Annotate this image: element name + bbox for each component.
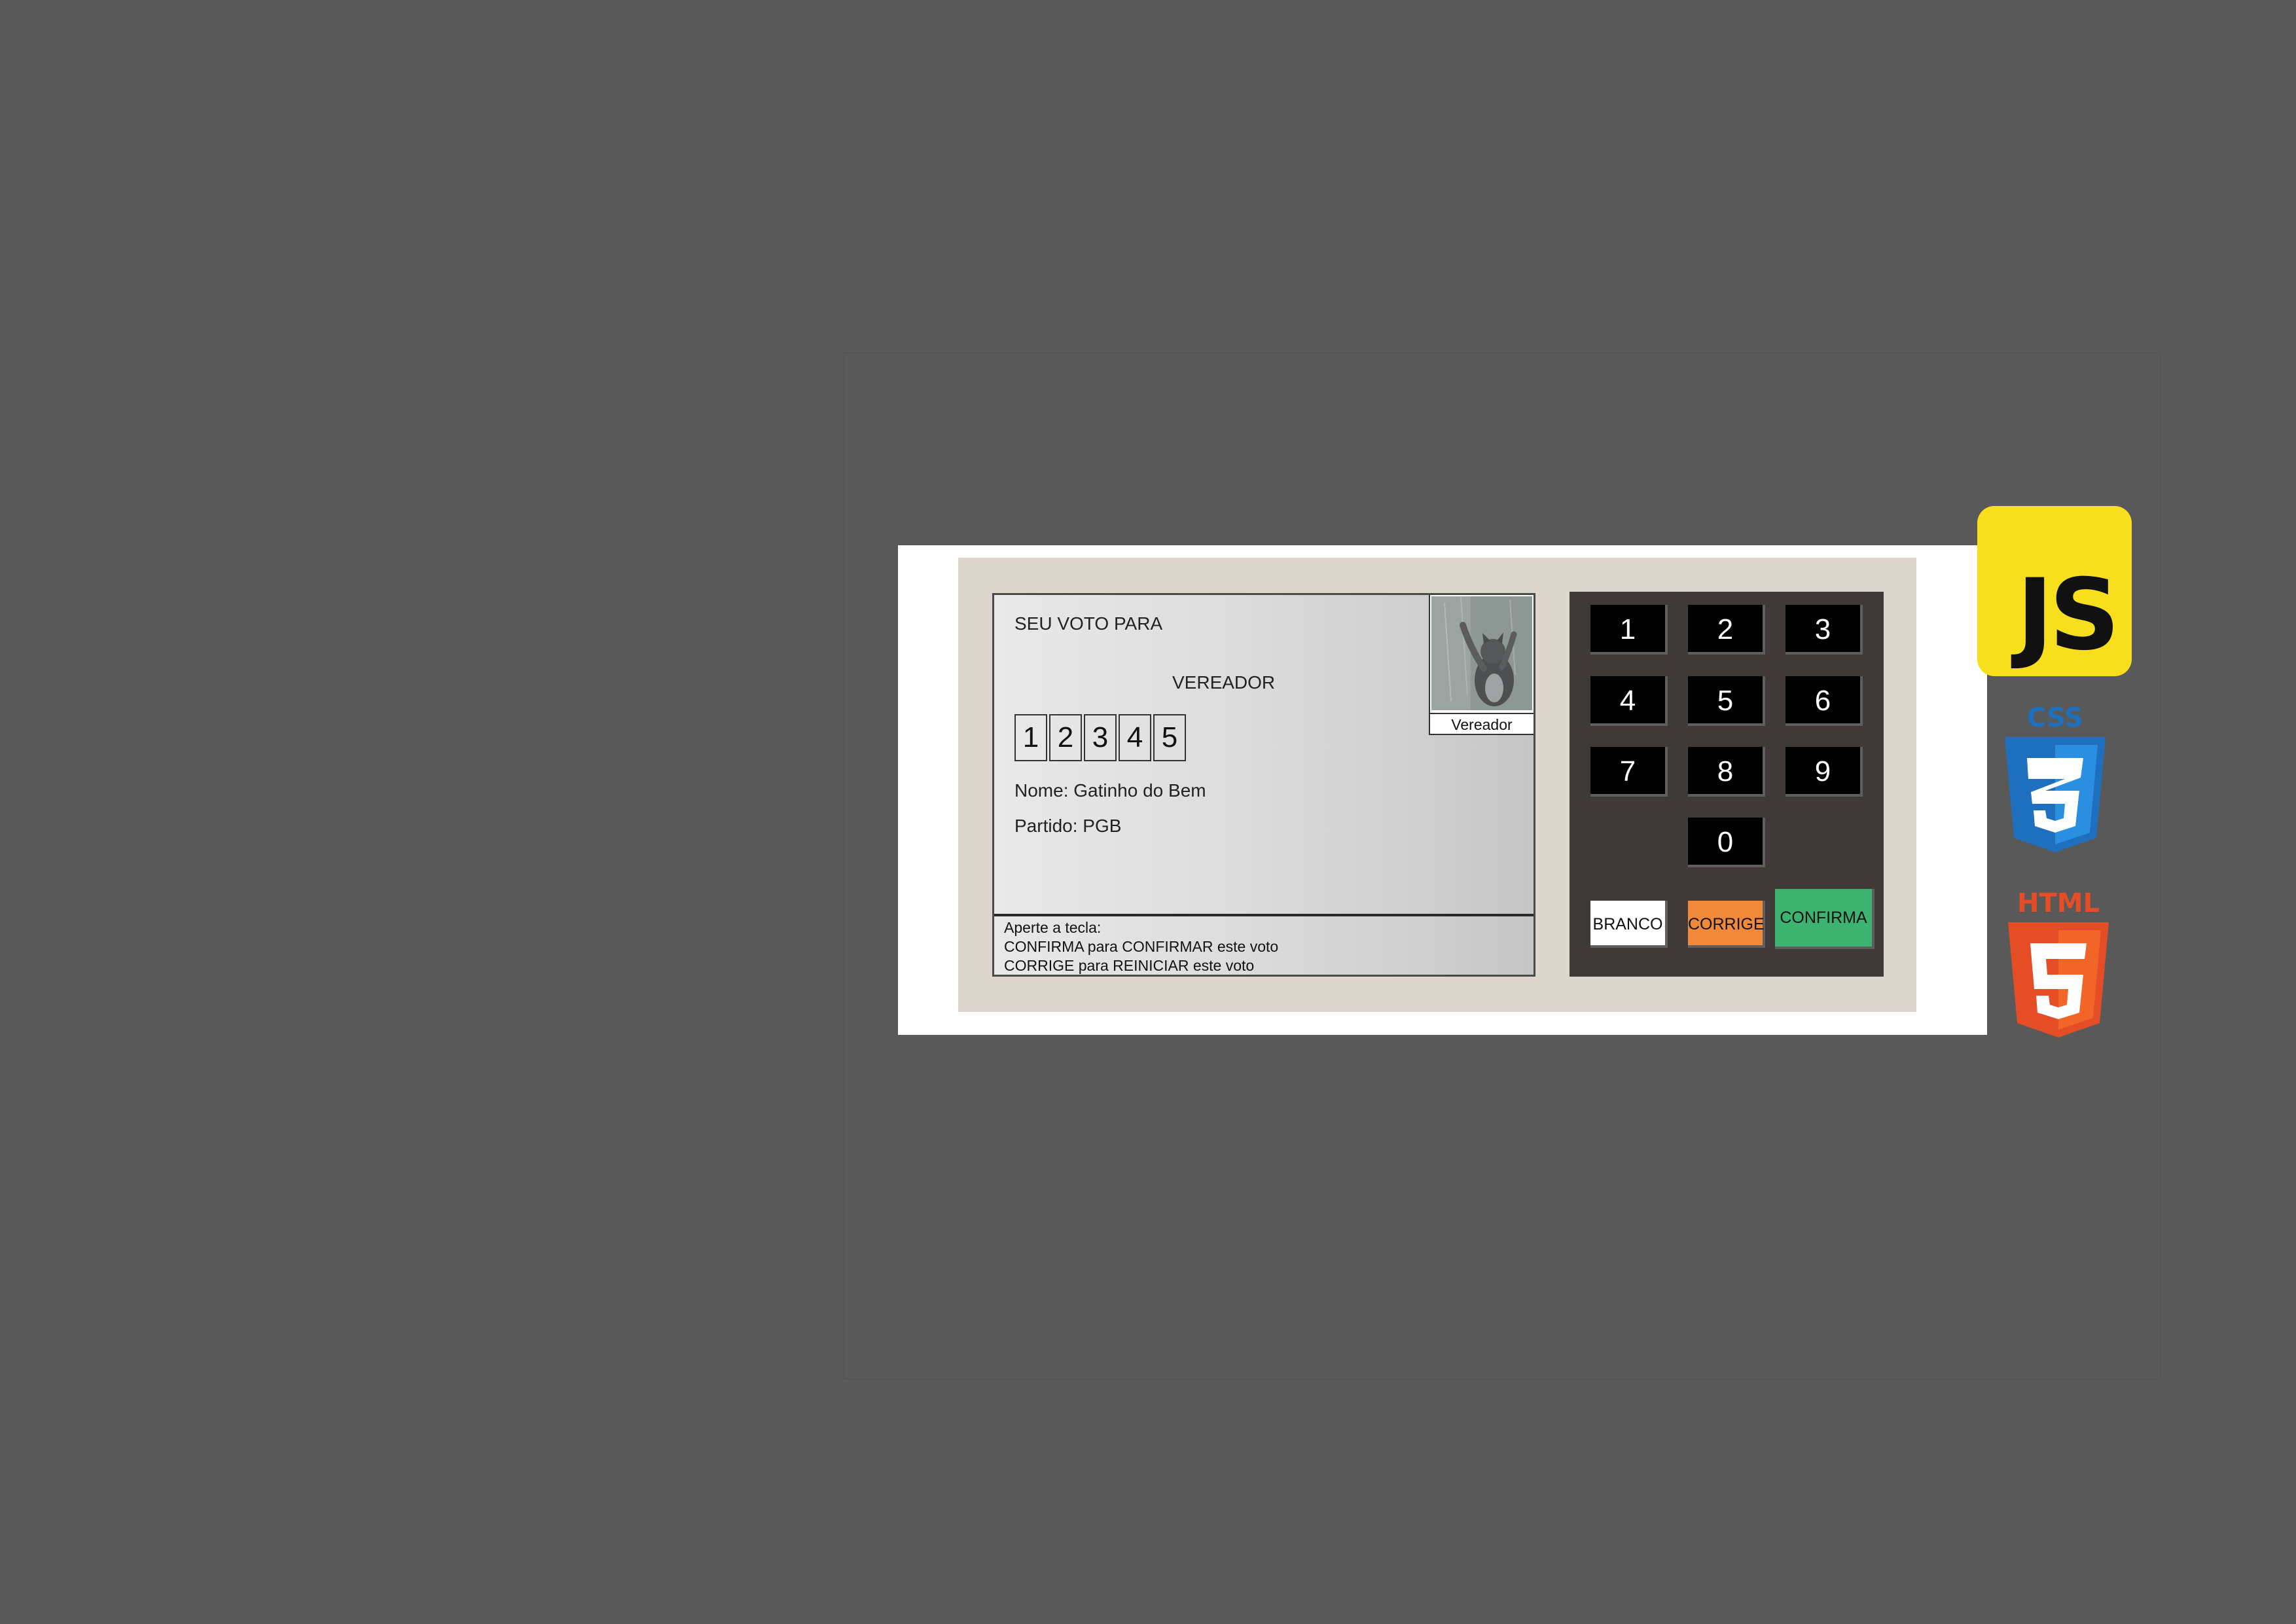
key-9[interactable]: 9 [1785,747,1863,797]
corrige-button[interactable]: CORRIGE [1688,901,1765,948]
instruction-line: CONFIRMA para CONFIRMAR este voto [1004,938,1279,955]
key-0[interactable]: 0 [1688,818,1765,867]
candidate-party: Partido: PGB [1014,816,1122,836]
vote-digit: 5 [1153,714,1186,761]
html-logo-text: HTML [2017,888,2100,918]
instruction-line: CORRIGE para REINICIAR este voto [1004,957,1255,974]
vote-digit: 1 [1014,714,1047,761]
confirma-button[interactable]: CONFIRMA [1775,889,1874,949]
javascript-logo-icon: JS [1977,506,2132,676]
office-title: VEREADOR [1172,672,1276,693]
cat-photo-icon [1431,596,1532,710]
key-1[interactable]: 1 [1590,605,1668,655]
css-logo-text: CSS [2027,703,2083,733]
candidate-photo-box: Vereador [1429,595,1534,735]
vote-digit: 3 [1084,714,1117,761]
candidate-name: Nome: Gatinho do Bem [1014,780,1206,801]
keypad: 1 2 3 4 5 6 7 8 9 0 BRANCO CORRIGE CONFI… [1570,592,1884,977]
css3-logo-icon: CSS [2000,700,2111,872]
vote-digits: 1 2 3 4 5 [1014,714,1188,761]
photo-caption: Vereador [1430,713,1534,734]
key-4[interactable]: 4 [1590,676,1668,726]
vote-header: SEU VOTO PARA [1014,613,1163,634]
screen-main-area: SEU VOTO PARA VEREADOR 1 2 3 4 5 Nome: G… [994,595,1534,916]
key-2[interactable]: 2 [1688,605,1765,655]
instructions: Aperte a tecla: CONFIRMA para CONFIRMAR … [1004,918,1278,975]
vote-digit: 2 [1049,714,1082,761]
html5-logo-icon: HTML [2003,886,2114,1057]
instruction-line: Aperte a tecla: [1004,919,1102,936]
voting-screen: SEU VOTO PARA VEREADOR 1 2 3 4 5 Nome: G… [992,593,1535,977]
vote-digit: 4 [1119,714,1151,761]
key-7[interactable]: 7 [1590,747,1668,797]
key-5[interactable]: 5 [1688,676,1765,726]
candidate-photo [1431,596,1532,710]
branco-button[interactable]: BRANCO [1590,901,1668,948]
key-3[interactable]: 3 [1785,605,1863,655]
key-6[interactable]: 6 [1785,676,1863,726]
js-logo-text: JS [2017,558,2120,672]
key-8[interactable]: 8 [1688,747,1765,797]
